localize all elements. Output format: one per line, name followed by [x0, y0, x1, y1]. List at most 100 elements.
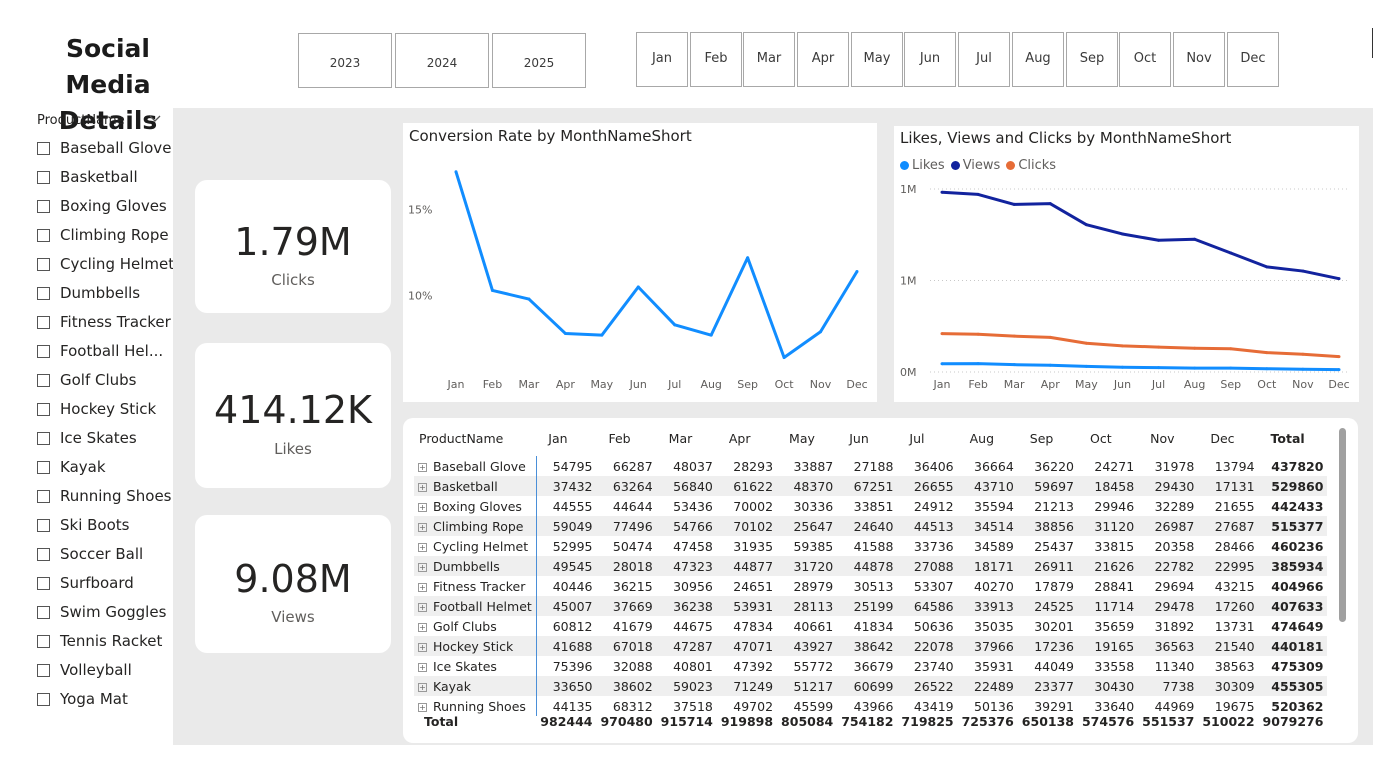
expand-icon[interactable]: +	[418, 662, 427, 672]
product-slicer-item[interactable]: Golf Clubs	[37, 369, 137, 391]
expand-icon[interactable]: +	[418, 582, 427, 592]
matrix-column-header[interactable]: Jul	[897, 428, 957, 448]
checkbox[interactable]	[37, 663, 50, 677]
likes-views-clicks-chart[interactable]: Likes, Views and Clicks by MonthNameShor…	[894, 126, 1359, 402]
checkbox[interactable]	[37, 518, 50, 532]
expand-icon[interactable]: +	[418, 482, 427, 492]
month-button-oct[interactable]: Oct	[1119, 32, 1171, 87]
product-slicer-item[interactable]: Ski Boots	[37, 514, 130, 536]
conversion-rate-chart[interactable]: Conversion Rate by MonthNameShort 15% 10%…	[403, 123, 877, 402]
likes-series-line	[941, 362, 1340, 372]
checkbox[interactable]	[37, 344, 50, 358]
product-slicer-item[interactable]: Swim Goggles	[37, 601, 166, 623]
checkbox[interactable]	[37, 634, 50, 648]
expand-icon[interactable]: +	[418, 642, 427, 652]
table-row: + Baseball Glove 54795 66287 48037 28293 33887…	[414, 456, 1327, 476]
product-slicer-item[interactable]: Cycling Helmet	[37, 253, 174, 275]
expand-icon[interactable]: +	[418, 462, 427, 472]
expand-icon[interactable]: +	[418, 502, 427, 512]
product-slicer-item[interactable]: Dumbbells	[37, 282, 140, 304]
product-slicer-item[interactable]: Soccer Ball	[37, 543, 143, 565]
matrix-column-header[interactable]: Jun	[837, 428, 897, 448]
product-slicer-item[interactable]: Ice Skates	[37, 427, 137, 449]
chevron-down-icon[interactable]	[148, 111, 162, 130]
checkbox[interactable]	[37, 315, 50, 329]
product-slicer-item[interactable]: Climbing Rope	[37, 224, 169, 246]
matrix-column-header[interactable]: Sep	[1018, 428, 1078, 448]
expand-icon[interactable]: +	[418, 602, 427, 612]
checkbox[interactable]	[37, 692, 50, 706]
matrix-column-header[interactable]: Total	[1259, 428, 1328, 448]
matrix-scrollbar[interactable]	[1339, 428, 1346, 622]
table-cell: 385934	[1258, 556, 1328, 576]
month-button-nov[interactable]: Nov	[1173, 32, 1225, 87]
month-button-mar[interactable]: Mar	[743, 32, 795, 87]
matrix-header-productname[interactable]: ProductName	[414, 428, 536, 448]
expand-icon[interactable]: +	[418, 682, 427, 692]
month-button-feb[interactable]: Feb	[690, 32, 742, 87]
checkbox[interactable]	[37, 576, 50, 590]
expand-icon[interactable]: +	[418, 702, 427, 712]
checkbox[interactable]	[37, 431, 50, 445]
product-slicer-item[interactable]: Fitness Tracker	[37, 311, 171, 333]
expand-icon[interactable]: +	[418, 542, 427, 552]
table-cell: 38642	[837, 636, 898, 656]
matrix-column-header[interactable]: Dec	[1198, 428, 1258, 448]
product-slicer-item[interactable]: Baseball Glove	[37, 137, 171, 159]
checkbox[interactable]	[37, 141, 50, 155]
product-slicer-item[interactable]: Basketball	[37, 166, 138, 188]
table-cell: 49702	[733, 698, 774, 714]
matrix-column-header[interactable]: Jan	[536, 428, 596, 448]
year-button-2023[interactable]: 2023	[298, 33, 392, 88]
matrix-column-header[interactable]: May	[777, 428, 837, 448]
month-button-jul[interactable]: Jul	[958, 32, 1010, 87]
year-button-2025[interactable]: 2025	[492, 33, 586, 88]
table-cell: 23377	[1017, 676, 1078, 696]
checkbox[interactable]	[37, 402, 50, 416]
checkbox[interactable]	[37, 605, 50, 619]
table-cell: 43215	[1214, 578, 1255, 594]
checkbox[interactable]	[37, 373, 50, 387]
expand-icon[interactable]: +	[418, 622, 427, 632]
product-slicer-item[interactable]: Hockey Stick	[37, 398, 156, 420]
expand-icon[interactable]: +	[418, 562, 427, 572]
month-button-jun[interactable]: Jun	[904, 32, 956, 87]
checkbox[interactable]	[37, 547, 50, 561]
month-button-apr[interactable]: Apr	[797, 32, 849, 87]
month-button-aug[interactable]: Aug	[1012, 32, 1064, 87]
y-tick-label: 0M	[900, 366, 917, 379]
matrix-column-header[interactable]: Mar	[657, 428, 717, 448]
month-button-may[interactable]: May	[851, 32, 903, 87]
checkbox[interactable]	[37, 228, 50, 242]
product-slicer-item[interactable]: Volleyball	[37, 659, 132, 681]
product-slicer-item[interactable]: Kayak	[37, 456, 106, 478]
table-cell: 59023	[656, 676, 717, 696]
product-slicer-item[interactable]: Boxing Gloves	[37, 195, 167, 217]
matrix-column-header[interactable]: Feb	[596, 428, 656, 448]
matrix-column-header[interactable]: Aug	[958, 428, 1018, 448]
checkbox[interactable]	[37, 460, 50, 474]
product-slicer-item[interactable]: Running Shoes	[37, 485, 171, 507]
views-point	[1301, 269, 1305, 273]
matrix-column-header[interactable]: Oct	[1078, 428, 1138, 448]
month-button-sep[interactable]: Sep	[1066, 32, 1118, 87]
matrix-column-header[interactable]: Apr	[717, 428, 777, 448]
product-slicer-item[interactable]: Football Hel...	[37, 340, 163, 362]
product-slicer-item[interactable]: Tennis Racket	[37, 630, 162, 652]
product-slicer-item[interactable]: Yoga Mat	[37, 688, 128, 710]
product-slicer-item[interactable]: Surfboard	[37, 572, 134, 594]
expand-icon[interactable]: +	[418, 522, 427, 532]
month-button-jan[interactable]: Jan	[636, 32, 688, 87]
matrix-column-header[interactable]: Nov	[1138, 428, 1198, 448]
year-button-2024[interactable]: 2024	[395, 33, 489, 88]
checkbox[interactable]	[37, 257, 50, 271]
checkbox[interactable]	[37, 199, 50, 213]
checkbox[interactable]	[37, 489, 50, 503]
row-header-cell: + Basketball	[414, 476, 537, 496]
month-button-dec[interactable]: Dec	[1227, 32, 1279, 87]
checkbox[interactable]	[37, 170, 50, 184]
checkbox[interactable]	[37, 286, 50, 300]
table-cell: 48037	[673, 458, 713, 474]
table-cell: 17260	[1198, 596, 1259, 616]
table-cell: 34514	[957, 516, 1018, 536]
